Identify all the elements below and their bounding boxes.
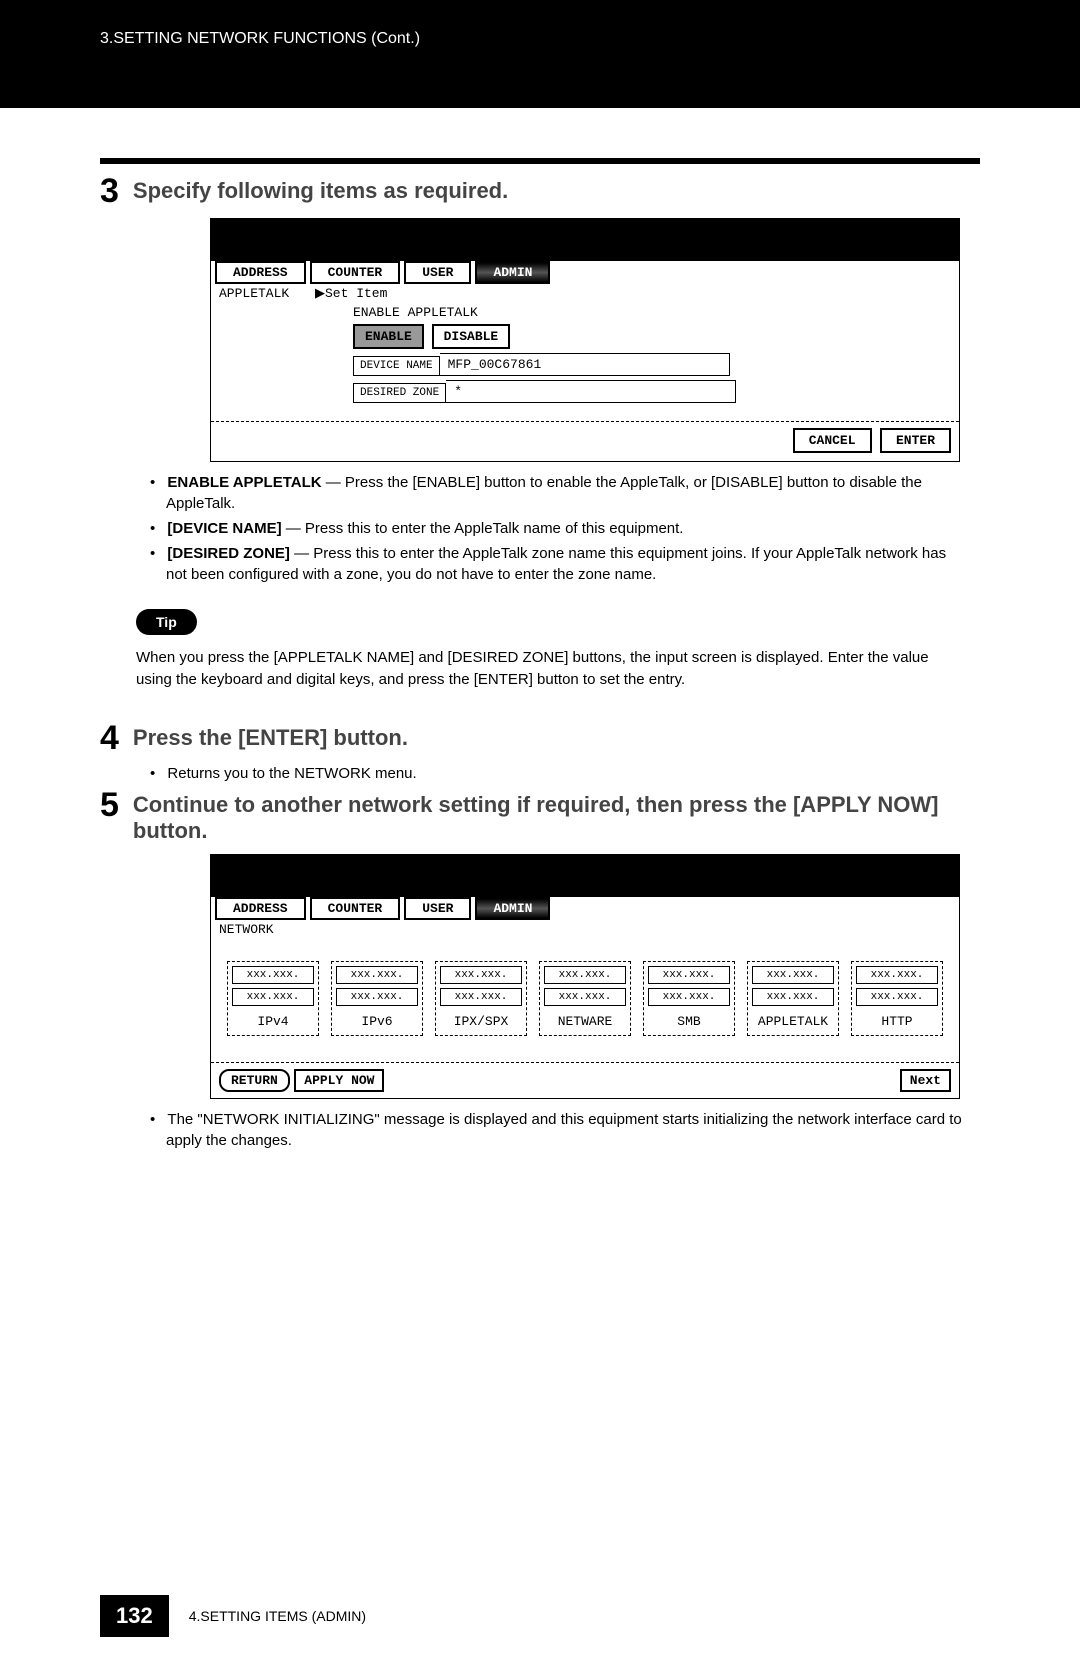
network-item-ipv4[interactable]: xxx.xxx. xxx.xxx. IPv4	[227, 961, 319, 1036]
desired-zone-field[interactable]: *	[446, 380, 736, 403]
tip-badge: Tip	[136, 609, 197, 635]
page-number: 132	[100, 1595, 169, 1637]
pixmap-icon: xxx.xxx.	[544, 966, 626, 984]
step-3-title: Specify following items as required.	[133, 174, 508, 204]
divider	[100, 158, 980, 164]
screen2-body: NETWORK xxx.xxx.xxx.xxx.IPv4xxx.xxx.xxx.…	[211, 920, 959, 1062]
step-5-title: Continue to another network setting if r…	[133, 788, 980, 844]
pixmap-icon: xxx.xxx.	[856, 966, 938, 984]
enable-button[interactable]: ENABLE	[353, 324, 424, 349]
pixmap-icon: xxx.xxx.	[232, 966, 314, 984]
desired-zone-label: DESIRED ZONE	[353, 383, 446, 403]
device-name-field[interactable]: MFP_00C67861	[440, 353, 730, 376]
pixmap-icon: xxx.xxx.	[648, 988, 730, 1006]
network-item-label: SMB	[644, 1010, 734, 1035]
pixmap-icon: xxx.xxx.	[336, 988, 418, 1006]
tab-admin-2[interactable]: ADMIN	[475, 897, 550, 920]
screen-black-bar	[211, 219, 959, 261]
tab-address[interactable]: ADDRESS	[215, 261, 306, 284]
page-footer: 132 4.SETTING ITEMS (ADMIN)	[0, 1195, 1080, 1667]
network-item-label: IPv4	[228, 1010, 318, 1035]
pixmap-icon: xxx.xxx.	[856, 988, 938, 1006]
enable-label: ENABLE APPLETALK	[353, 305, 951, 320]
pixmap-icon: xxx.xxx.	[752, 988, 834, 1006]
step3-notes: ENABLE APPLETALK — Press the [ENABLE] bu…	[150, 472, 970, 585]
tab-address-2[interactable]: ADDRESS	[215, 897, 306, 920]
pixmap-icon: xxx.xxx.	[440, 988, 522, 1006]
tabs-row: ADDRESS COUNTER USER ADMIN	[211, 261, 959, 284]
page-header: 3.SETTING NETWORK FUNCTIONS (Cont.)	[0, 0, 1080, 108]
network-item-label: NETWARE	[540, 1010, 630, 1035]
pixmap-icon: xxx.xxx.	[752, 966, 834, 984]
separator	[211, 421, 959, 422]
action-buttons: CANCEL ENTER	[211, 428, 959, 461]
tab-admin[interactable]: ADMIN	[475, 261, 550, 284]
screen-black-bar-2	[211, 855, 959, 897]
screen-appletalk: ADDRESS COUNTER USER ADMIN APPLETALK ▶Se…	[210, 218, 960, 462]
step-4-number: 4	[100, 721, 119, 755]
step-4: 4 Press the [ENTER] button.	[100, 721, 980, 755]
network-item-netware[interactable]: xxx.xxx. xxx.xxx. NETWARE	[539, 961, 631, 1036]
page-content: 4 3 Specify following items as required.…	[0, 108, 1080, 1195]
tab-counter-2[interactable]: COUNTER	[310, 897, 401, 920]
pixmap-icon: xxx.xxx.	[648, 966, 730, 984]
network-item-label: HTTP	[852, 1010, 942, 1035]
tabs-row-2: ADDRESS COUNTER USER ADMIN	[211, 897, 959, 920]
step5-bullet: The "NETWORK INITIALIZING" message is di…	[150, 1109, 970, 1151]
tip-text: When you press the [APPLETALK NAME] and …	[136, 647, 950, 691]
bullet-device-name: [DEVICE NAME] — Press this to enter the …	[150, 518, 970, 539]
pixmap-icon: xxx.xxx.	[440, 966, 522, 984]
network-item-appletalk[interactable]: xxx.xxx. xxx.xxx. APPLETALK	[747, 961, 839, 1036]
network-grid: xxx.xxx. xxx.xxx. IPv4 xxx.xxx. xxx.xxx. IPv6…	[219, 937, 951, 1054]
bullet-desired-zone: [DESIRED ZONE] — Press this to enter the…	[150, 543, 970, 585]
screen-network: ADDRESS COUNTER USER ADMIN NETWORK xxx.x…	[210, 854, 960, 1099]
step-5-number: 5	[100, 788, 119, 822]
screen2-heading: NETWORK	[219, 922, 951, 937]
pixmap-icon: xxx.xxx.	[544, 988, 626, 1006]
screen-subheading: ▶Set Item	[315, 286, 387, 301]
enter-button[interactable]: ENTER	[880, 428, 951, 453]
network-item-http[interactable]: xxx.xxx. xxx.xxx. HTTP	[851, 961, 943, 1036]
network-item-label: APPLETALK	[748, 1010, 838, 1035]
bullet-enable: ENABLE APPLETALK — Press the [ENABLE] bu…	[150, 472, 970, 514]
next-button[interactable]: Next	[900, 1069, 951, 1092]
screen2-bottom: RETURN APPLY NOW Next	[211, 1062, 959, 1098]
network-item-smb[interactable]: xxx.xxx. xxx.xxx. SMB	[643, 961, 735, 1036]
tab-user-2[interactable]: USER	[404, 897, 471, 920]
pixmap-icon: xxx.xxx.	[336, 966, 418, 984]
screen-body: APPLETALK ▶Set Item ENABLE APPLETALK ENA…	[211, 284, 959, 415]
tab-user[interactable]: USER	[404, 261, 471, 284]
tab-counter[interactable]: COUNTER	[310, 261, 401, 284]
network-item-ipx-spx[interactable]: xxx.xxx. xxx.xxx. IPX/SPX	[435, 961, 527, 1036]
step4-bullet: Returns you to the NETWORK menu.	[150, 763, 970, 784]
device-name-label: DEVICE NAME	[353, 356, 440, 376]
step-3-number: 3	[100, 174, 119, 208]
footer-label: 4.SETTING ITEMS (ADMIN)	[189, 1608, 366, 1624]
step5-notes: The "NETWORK INITIALIZING" message is di…	[150, 1109, 970, 1151]
step-3: 3 Specify following items as required.	[100, 174, 980, 208]
network-item-ipv6[interactable]: xxx.xxx. xxx.xxx. IPv6	[331, 961, 423, 1036]
screen-heading: APPLETALK	[219, 286, 315, 301]
pixmap-icon: xxx.xxx.	[232, 988, 314, 1006]
network-item-label: IPX/SPX	[436, 1010, 526, 1035]
step-5: 5 Continue to another network setting if…	[100, 788, 980, 844]
disable-button[interactable]: DISABLE	[432, 324, 511, 349]
cancel-button[interactable]: CANCEL	[793, 428, 872, 453]
step4-notes: Returns you to the NETWORK menu.	[150, 763, 970, 784]
network-item-label: IPv6	[332, 1010, 422, 1035]
breadcrumb: 3.SETTING NETWORK FUNCTIONS (Cont.)	[100, 30, 420, 47]
return-button[interactable]: RETURN	[219, 1069, 290, 1092]
apply-now-button[interactable]: APPLY NOW	[294, 1069, 384, 1092]
step-4-title: Press the [ENTER] button.	[133, 721, 408, 751]
